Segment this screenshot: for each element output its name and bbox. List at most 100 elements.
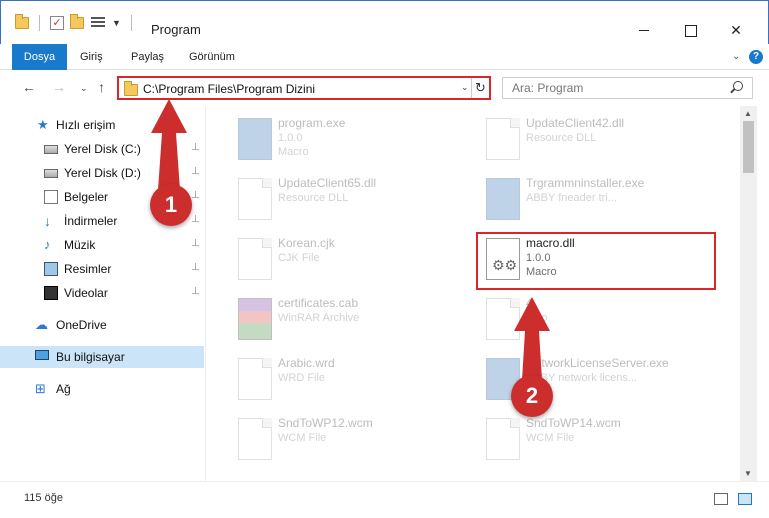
tab-view[interactable]: Görünüm: [189, 44, 235, 70]
file-item[interactable]: Korean.cjk CJK File: [226, 232, 476, 292]
up-button[interactable]: ↑: [98, 79, 105, 95]
sidebar-item-label: Hızlı erişim: [56, 118, 116, 132]
videos-icon: [44, 286, 58, 300]
sidebar-item-label: Videolar: [64, 286, 108, 300]
sidebar-item-local-disk-c[interactable]: Yerel Disk (C:) ⊥: [0, 138, 204, 160]
disk-icon: [44, 169, 58, 178]
pin-icon: ⊥: [191, 238, 200, 249]
file-item[interactable]: UpdateClient42.dll Resource DLL: [474, 112, 724, 172]
navigation-bar: ← → ⌄ ↑ C:\Program Files\Program Dizini …: [0, 70, 769, 106]
address-dropdown-chevron-icon[interactable]: ⌄: [461, 82, 469, 93]
expand-ribbon-chevron-icon[interactable]: ⌄: [732, 51, 740, 62]
sidebar-item-videos[interactable]: Videolar ⊥: [0, 282, 204, 304]
status-bar: 115 öğe: [0, 481, 769, 518]
file-item[interactable]: UpdateClient65.dll Resource DLL: [226, 172, 476, 232]
sidebar-item-label: Müzik: [64, 238, 96, 252]
refresh-button[interactable]: ↻: [471, 78, 489, 98]
search-icon[interactable]: [730, 81, 743, 93]
folder-icon[interactable]: [15, 14, 29, 29]
star-icon: ★: [37, 117, 49, 132]
sidebar-item-local-disk-d[interactable]: Yerel Disk (D:) ⊥: [0, 162, 204, 184]
file-detail: WRD File: [278, 372, 326, 384]
file-name: Trgrammninstaller.exe: [526, 176, 645, 190]
properties-check-icon[interactable]: ✓: [50, 16, 64, 30]
help-icon[interactable]: ?: [749, 50, 763, 64]
file-item[interactable]: SndToWP14.wcm WCM File: [474, 412, 724, 472]
documents-icon: [44, 190, 58, 204]
scroll-down-arrow-icon[interactable]: ▼: [744, 469, 752, 478]
file-item[interactable]: Trgrammninstaller.exe ABBY fneader tri..…: [474, 172, 724, 232]
file-icon: [238, 178, 272, 220]
file-detail: acro: [526, 312, 548, 324]
file-name: program.exe: [278, 116, 346, 130]
sidebar-item-label: Belgeler: [64, 190, 109, 204]
sidebar-item-this-pc[interactable]: Bu bilgisayar: [0, 346, 204, 368]
tab-share[interactable]: Paylaş: [131, 44, 164, 70]
close-button[interactable]: ✕: [713, 15, 759, 45]
file-icon: [486, 118, 520, 160]
sidebar-item-quick-access[interactable]: ★ Hızlı erişim: [0, 114, 204, 136]
sidebar-item-music[interactable]: ♪ Müzik ⊥: [0, 234, 204, 256]
music-icon: ♪: [44, 237, 51, 252]
file-item[interactable]: program.exe 1.0.0 Macro: [226, 112, 476, 172]
maximize-button[interactable]: [667, 15, 713, 45]
title-bar: ✓ ▼ Program ✕: [0, 0, 769, 44]
forward-button[interactable]: →: [52, 79, 66, 95]
address-path[interactable]: C:\Program Files\Program Dizini: [143, 82, 315, 96]
sidebar-item-network[interactable]: ⊞ Ağ: [0, 378, 204, 400]
navigation-pane: ★ Hızlı erişim Yerel Disk (C:) ⊥ Yerel D…: [0, 106, 206, 481]
tiles-view-icon[interactable]: [738, 493, 752, 505]
scroll-up-arrow-icon[interactable]: ▲: [744, 109, 752, 118]
file-detail: 1.0.0: [278, 132, 303, 144]
file-name: SndToWP12.wcm: [278, 416, 373, 430]
file-detail: WCM File: [278, 432, 327, 444]
search-input[interactable]: Ara: Program: [502, 77, 753, 99]
pin-icon: ⊥: [191, 190, 200, 201]
file-name: certificates.cab: [278, 296, 359, 310]
sidebar-item-label: OneDrive: [56, 318, 107, 332]
toolbar-separator: [39, 15, 40, 31]
step-1-badge: 1: [150, 184, 192, 226]
customize-toolbar-arrow-icon[interactable]: ▼: [112, 18, 121, 28]
file-item[interactable]: Arabic.wrd WRD File: [226, 352, 476, 412]
tab-file[interactable]: Dosya: [12, 44, 67, 70]
file-name: UpdateClient42.dll: [526, 116, 625, 130]
file-icon: [238, 358, 272, 400]
minimize-button[interactable]: [621, 15, 667, 45]
sidebar-item-pictures[interactable]: Resimler ⊥: [0, 258, 204, 280]
toolbar-separator: [130, 15, 132, 31]
sidebar-item-label: Resimler: [64, 262, 112, 276]
pin-icon: ⊥: [191, 142, 200, 153]
exe-icon: [486, 178, 520, 220]
exe-icon: [238, 118, 272, 160]
file-detail: Macro: [278, 146, 309, 158]
back-button[interactable]: ←: [22, 79, 36, 95]
network-icon: ⊞: [35, 381, 46, 396]
file-item[interactable]: 4 acro: [474, 292, 724, 352]
sidebar-item-label: Bu bilgisayar: [56, 350, 125, 364]
file-detail: WinRAR Archive: [278, 312, 360, 324]
scrollbar-thumb[interactable]: [743, 121, 754, 173]
file-name: Korean.cjk: [278, 236, 335, 250]
onedrive-icon: ☁: [35, 317, 48, 332]
tab-home[interactable]: Giriş: [80, 44, 103, 70]
sidebar-item-label: Ağ: [56, 382, 71, 396]
step-2-badge: 2: [511, 375, 553, 417]
file-icon: [486, 418, 520, 460]
rar-archive-icon: [238, 298, 272, 340]
file-name: NetworkLicenseServer.exe: [526, 356, 669, 370]
sidebar-item-onedrive[interactable]: ☁ OneDrive: [0, 314, 204, 336]
file-detail: WCM File: [526, 432, 575, 444]
recent-locations-chevron-icon[interactable]: ⌄: [80, 83, 88, 94]
item-count: 115 öğe: [24, 492, 63, 504]
vertical-scrollbar[interactable]: ▲ ▼: [740, 106, 757, 481]
file-detail: Resource DLL: [278, 192, 349, 204]
address-bar[interactable]: C:\Program Files\Program Dizini ⌄ ↻: [117, 76, 491, 100]
file-item[interactable]: SndToWP12.wcm WCM File: [226, 412, 476, 472]
file-icon: [238, 238, 272, 280]
details-view-icon[interactable]: [714, 493, 728, 505]
file-name: SndToWP14.wcm: [526, 416, 621, 430]
file-item[interactable]: certificates.cab WinRAR Archive: [226, 292, 476, 352]
new-folder-icon[interactable]: [70, 14, 84, 29]
properties-icon[interactable]: [90, 16, 106, 30]
